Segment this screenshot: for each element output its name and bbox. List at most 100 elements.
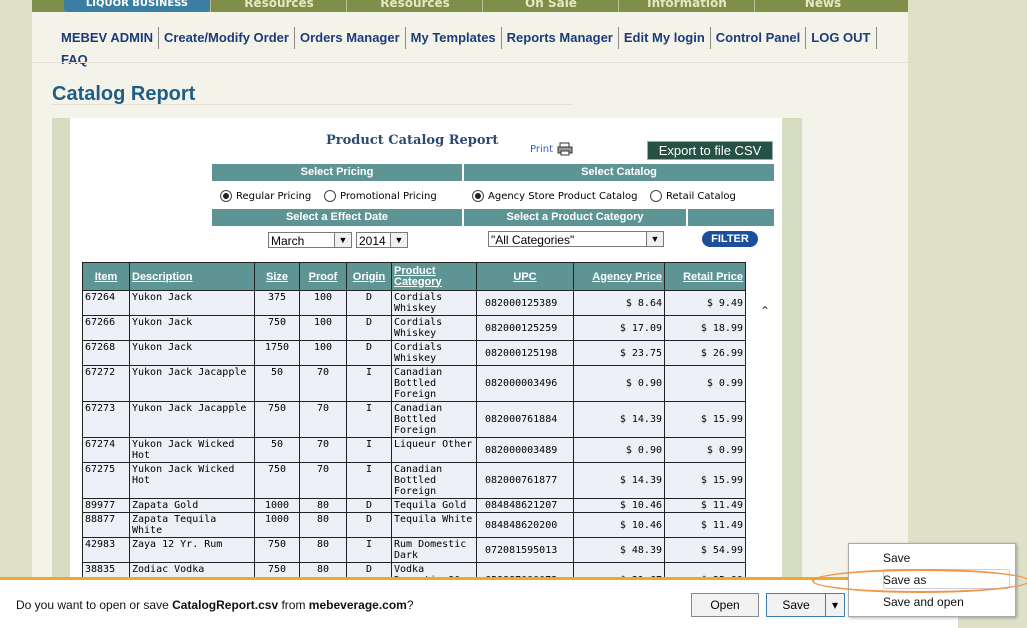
chevron-down-icon[interactable]: ▼ [390,233,407,247]
cell-item: 67264 [82,290,130,316]
cell-agency-price: $ 48.39 [573,537,665,563]
year-select[interactable]: 2014 ▼ [356,232,408,248]
table-row: 67272 Yukon Jack Jacapple 50 70 I Canadian Bo… [82,365,746,402]
cell-agency-price: $ 0.90 [573,365,665,402]
cell-item: 67275 [82,462,130,499]
cell-size: 750 [254,462,300,499]
header-spacer [688,209,774,226]
prompt-text: Do you want to open or save [16,598,173,612]
radio-selected-icon[interactable] [472,190,484,202]
cell-description: Yukon Jack Wicked Hot [129,437,255,463]
cell-retail-price: $ 15.99 [664,401,746,438]
radio-label: Regular Pricing [236,191,312,202]
nav-orders-manager[interactable]: Orders Manager [295,27,406,49]
export-csv-button[interactable]: Export to file CSV [647,141,773,160]
menu-item-save-and-open[interactable]: Save and open [883,595,964,609]
cell-proof: 100 [299,340,347,366]
header-retail-price[interactable]: Retail Price [664,262,746,291]
divider [52,104,572,105]
radio-icon[interactable] [324,190,336,202]
header-origin[interactable]: Origin [346,262,392,291]
chevron-down-icon[interactable]: ▼ [334,233,351,247]
menu-item-save[interactable]: Save [883,551,910,565]
cell-category: Rum Domestic Dark [391,537,477,563]
radio-icon[interactable] [650,190,662,202]
top-tab-resources[interactable]: Resources [210,0,347,12]
top-tab-news[interactable]: News [754,0,891,12]
print-link[interactable]: Print [530,144,553,155]
pricing-option-regular[interactable]: Regular Pricing [220,190,311,202]
select-catalog-header: Select Catalog [464,164,774,181]
header-agency-price[interactable]: Agency Price [573,262,665,291]
cell-origin: D [346,315,392,341]
header-product-category[interactable]: Product Category [391,262,477,291]
nav-edit-my-login[interactable]: Edit My login [619,27,711,49]
nav-create-modify-order[interactable]: Create/Modify Order [159,27,295,49]
nav-log-out[interactable]: LOG OUT [806,27,877,49]
cell-category: Canadian Bottled Foreign [391,401,477,438]
header-proof[interactable]: Proof [299,262,347,291]
cell-description: Zapata Gold [129,498,255,513]
cell-origin: D [346,512,392,538]
chevron-down-icon[interactable]: ▼ [646,232,663,246]
chevron-down-icon[interactable]: ▾ [832,598,838,612]
top-tab-on-sale[interactable]: On Sale [482,0,619,12]
table-row: 67275 Yukon Jack Wicked Hot 750 70 I Canadian… [82,462,746,499]
cell-size: 1750 [254,340,300,366]
cell-origin: I [346,401,392,438]
nav-control-panel[interactable]: Control Panel [711,27,807,49]
header-upc[interactable]: UPC [476,262,574,291]
table-row: 88877 Zapata Tequila White 1000 80 D Tequila … [82,512,746,538]
site-logo[interactable]: LIQUOR BUSINESS [64,0,210,12]
cell-proof: 80 [299,512,347,538]
cell-category: Cordials Whiskey [391,315,477,341]
catalog-option-agency[interactable]: Agency Store Product Catalog [472,190,637,202]
cell-description: Yukon Jack [129,315,255,341]
pricing-option-promotional[interactable]: Promotional Pricing [324,190,437,202]
table-header-row: Item Description Size Proof Origin Produ… [82,262,746,291]
prompt-text: ? [406,598,414,612]
nav-reports-manager[interactable]: Reports Manager [502,27,619,49]
save-button[interactable]: Save [766,593,826,617]
cell-origin: I [346,437,392,463]
filter-button[interactable]: FILTER [702,231,758,247]
cell-retail-price: $ 11.49 [664,498,746,513]
radio-selected-icon[interactable] [220,190,232,202]
cell-origin: D [346,498,392,513]
cell-size: 50 [254,437,300,463]
radio-label: Agency Store Product Catalog [488,191,638,202]
top-tab-resources-2[interactable]: Resources [346,0,483,12]
printer-icon[interactable] [557,142,573,156]
header-item[interactable]: Item [82,262,130,291]
cell-description: Yukon Jack [129,340,255,366]
cell-item: 89977 [82,498,130,513]
nav-my-templates[interactable]: My Templates [406,27,502,49]
header-size[interactable]: Size [254,262,300,291]
category-value: "All Categories" [491,233,575,247]
catalog-option-retail[interactable]: Retail Catalog [650,190,736,202]
download-prompt: Do you want to open or save CatalogRepor… [16,598,414,612]
month-select[interactable]: March ▼ [268,232,352,248]
category-select[interactable]: "All Categories" ▼ [488,231,664,247]
nav-mebev-admin[interactable]: MEBEV ADMIN [56,27,159,49]
table-row: 67268 Yukon Jack 1750 100 D Cordials Whiskey 0… [82,340,746,366]
cell-category: Liqueur Other [391,437,477,463]
table-row: 67274 Yukon Jack Wicked Hot 50 70 I Liqueur O… [82,437,746,463]
sub-navigation: MEBEV ADMIN Create/Modify Order Orders M… [56,27,908,67]
cell-agency-price: $ 8.64 [573,290,665,316]
cell-upc: 084848620200 [476,512,574,538]
header-description[interactable]: Description [129,262,255,291]
cell-agency-price: $ 23.75 [573,340,665,366]
top-tab-information[interactable]: Information [618,0,755,12]
cell-proof: 80 [299,498,347,513]
divider [32,62,908,63]
cell-origin: I [346,537,392,563]
nav-faq[interactable]: FAQ [56,49,93,71]
report-panel: Product Catalog Report Print Export to f… [70,118,782,599]
save-dropdown-button[interactable]: ▾ [825,593,845,617]
cell-description: Zaya 12 Yr. Rum [129,537,255,563]
cell-item: 67268 [82,340,130,366]
open-button[interactable]: Open [691,593,759,617]
cell-item: 67266 [82,315,130,341]
scroll-up-icon[interactable]: ⌃ [760,304,770,318]
